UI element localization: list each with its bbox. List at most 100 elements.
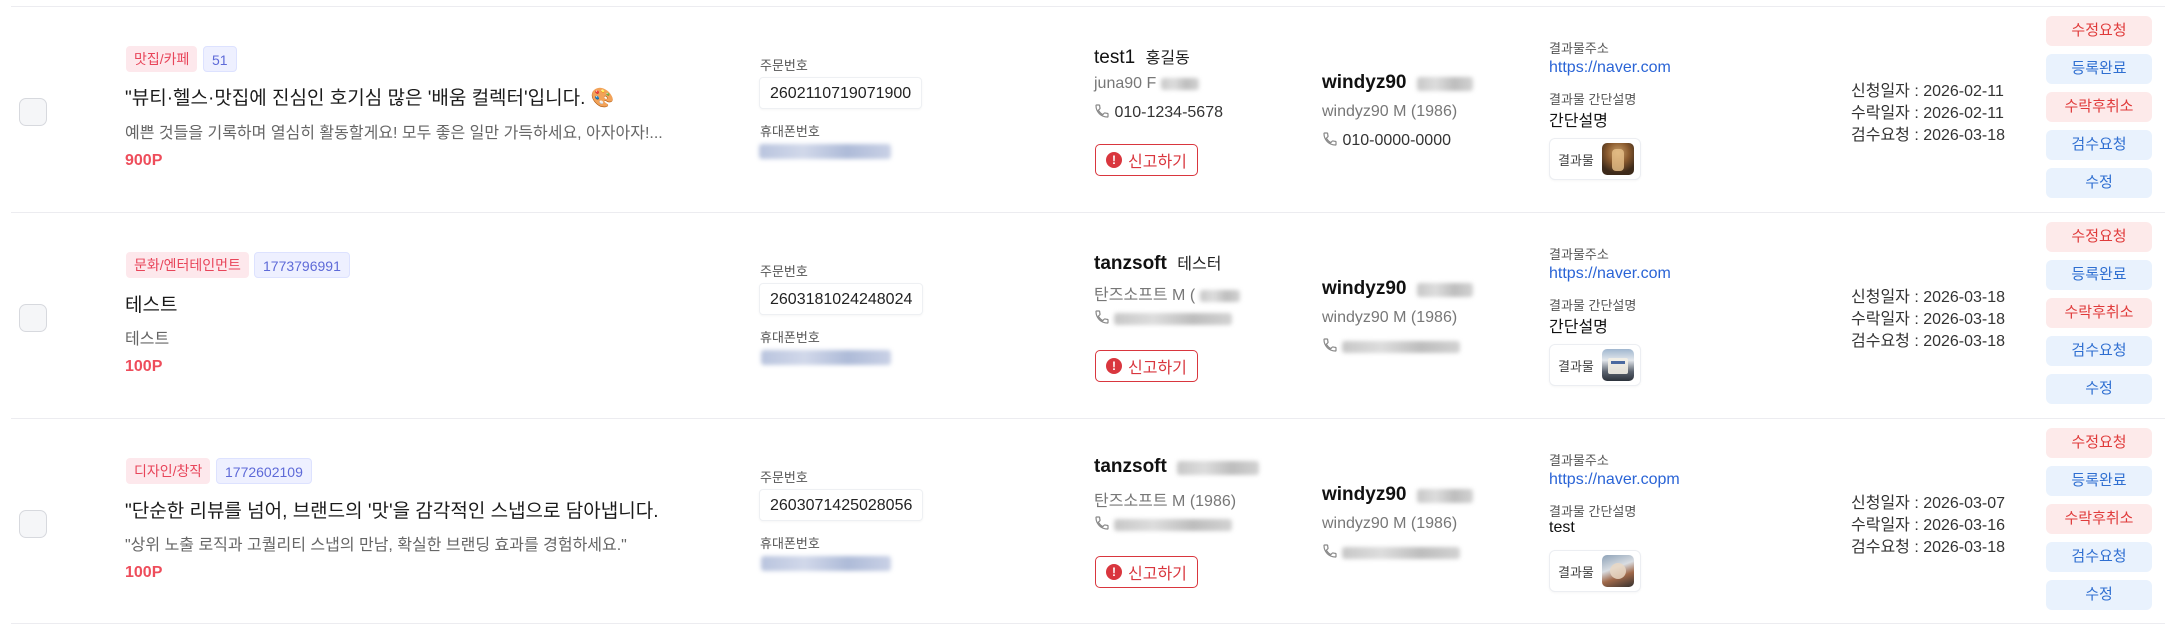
registration-complete-button[interactable]: 등록완료 [2046, 466, 2152, 496]
phone-number-redacted [761, 350, 891, 365]
requester-name[interactable]: tanzsoft 테스터 [1094, 250, 1221, 275]
redacted-text [1416, 76, 1473, 91]
post-id-badge: 1772602109 [216, 458, 312, 484]
requester-name[interactable]: test1 홍길동 [1094, 44, 1190, 69]
receiver-phone [1322, 337, 1461, 356]
result-url-label: 결과물주소 [1549, 41, 1609, 56]
requester-info: juna90 F [1094, 75, 1199, 93]
inspection-date: 검수요청 : 2026-03-18 [1851, 333, 2006, 350]
result-desc-label: 결과물 간단설명 [1549, 504, 1637, 519]
result-url-link[interactable]: https://naver.com [1549, 265, 1671, 283]
phone-number-redacted [759, 144, 891, 159]
result-url-label: 결과물주소 [1549, 247, 1609, 262]
result-label: 결과물 [1558, 358, 1594, 374]
receiver-phone [1322, 543, 1461, 562]
row-checkbox[interactable] [19, 510, 47, 538]
result-description: test [1549, 519, 1575, 536]
requester-info-text: juna90 F [1094, 75, 1157, 92]
category-tag: 문화/엔터테인먼트 [126, 252, 249, 278]
redacted-phone [1114, 312, 1233, 325]
inspection-date: 검수요청 : 2026-03-18 [1851, 127, 2006, 144]
inspection-date: 검수요청 : 2026-03-18 [1851, 539, 2006, 556]
result-url-link[interactable]: https://naver.com [1549, 59, 1671, 77]
row-checkbox[interactable] [19, 98, 47, 126]
receiver-info: windyz90 M (1986) [1322, 515, 1458, 532]
edit-request-button[interactable]: 수정요청 [2046, 222, 2152, 252]
result-url-label: 결과물주소 [1549, 453, 1609, 468]
report-button[interactable]: ! 신고하기 [1095, 350, 1198, 382]
category-tag: 디자인/창작 [126, 458, 211, 484]
reward-points: 100P [125, 564, 163, 581]
cancel-acceptance-button[interactable]: 수락후취소 [2046, 92, 2152, 122]
report-button[interactable]: ! 신고하기 [1095, 556, 1198, 588]
result-description: 간단설명 [1549, 319, 1608, 336]
receiver-id: windyz90 [1322, 484, 1407, 505]
edit-button[interactable]: 수정 [2046, 168, 2152, 198]
requester-phone [1094, 309, 1233, 328]
phone-icon [1095, 516, 1109, 530]
order-number: 2603181024248024 [759, 283, 924, 315]
receiver-name[interactable]: windyz90 [1322, 72, 1473, 94]
result-desc-label: 결과물 간단설명 [1549, 92, 1637, 107]
requester-phone-text: 010-1234-5678 [1114, 104, 1223, 121]
apply-date: 신청일자 : 2026-02-11 [1851, 83, 2004, 100]
order-number: 2603071425028056 [759, 489, 924, 521]
result-thumbnail-image[interactable] [1601, 349, 1634, 381]
category-tag: 맛집/카페 [126, 46, 198, 72]
result-thumbnail-image[interactable] [1601, 555, 1634, 587]
row-checkbox[interactable] [19, 304, 47, 332]
result-desc-label: 결과물 간단설명 [1549, 298, 1637, 313]
registration-complete-button[interactable]: 등록완료 [2046, 260, 2152, 290]
redacted-text [1416, 282, 1473, 297]
edit-button[interactable]: 수정 [2046, 374, 2152, 404]
inspection-request-button[interactable]: 검수요청 [2046, 130, 2152, 160]
redacted-text [1199, 289, 1240, 302]
cancel-acceptance-button[interactable]: 수락후취소 [2046, 504, 2152, 534]
requester-info-text: 탄즈소프트 M ( [1094, 287, 1196, 304]
result-thumbnail-box[interactable]: 결과물 [1549, 550, 1641, 592]
result-description: 간단설명 [1549, 113, 1608, 130]
requester-id: tanzsoft [1094, 253, 1167, 274]
cancel-acceptance-button[interactable]: 수락후취소 [2046, 298, 2152, 328]
result-thumbnail-box[interactable]: 결과물 [1549, 138, 1641, 180]
reward-points: 900P [125, 152, 163, 169]
edit-button[interactable]: 수정 [2046, 580, 2152, 610]
result-thumbnail-box[interactable]: 결과물 [1549, 344, 1641, 386]
receiver-name[interactable]: windyz90 [1322, 484, 1473, 506]
result-url-link[interactable]: https://naver.copm [1549, 471, 1680, 489]
order-number-label: 주문번호 [760, 470, 808, 485]
order-number-label: 주문번호 [760, 58, 808, 73]
phone-label: 휴대폰번호 [760, 124, 820, 139]
inspection-request-button[interactable]: 검수요청 [2046, 542, 2152, 572]
receiver-info: windyz90 M (1986) [1322, 103, 1458, 120]
report-button[interactable]: ! 신고하기 [1095, 144, 1198, 176]
receiver-phone: 010-0000-0000 [1322, 131, 1451, 150]
requester-realname: 홍길동 [1145, 50, 1190, 67]
post-description: "상위 노출 로직과 고퀄리티 스냅의 만남, 확실한 브랜딩 효과를 경험하세… [125, 537, 627, 554]
registration-complete-button[interactable]: 등록완료 [2046, 54, 2152, 84]
accept-date: 수락일자 : 2026-03-18 [1851, 311, 2006, 328]
apply-date: 신청일자 : 2026-03-18 [1851, 289, 2006, 306]
result-thumbnail-image[interactable] [1601, 143, 1634, 175]
receiver-name[interactable]: windyz90 [1322, 278, 1473, 300]
alert-circle-icon: ! [1106, 358, 1122, 374]
phone-icon [1323, 338, 1337, 352]
result-label: 결과물 [1558, 152, 1594, 168]
edit-request-button[interactable]: 수정요청 [2046, 16, 2152, 46]
accept-date: 수락일자 : 2026-02-11 [1851, 105, 2004, 122]
post-id-badge: 1773796991 [254, 252, 350, 278]
requester-name[interactable]: tanzsoft [1094, 456, 1260, 478]
edit-request-button[interactable]: 수정요청 [2046, 428, 2152, 458]
post-id-badge: 51 [203, 46, 237, 72]
redacted-phone [1342, 546, 1461, 559]
post-title[interactable]: 테스트 [125, 290, 177, 317]
phone-icon [1095, 104, 1109, 118]
post-description: 테스트 [125, 331, 170, 348]
post-title[interactable]: "뷰티·헬스·맛집에 진심인 호기심 많은 '배움 컬렉터'입니다. 🎨 [125, 83, 614, 110]
phone-number-redacted [761, 556, 891, 571]
inspection-request-button[interactable]: 검수요청 [2046, 336, 2152, 366]
post-description: 예쁜 것들을 기록하며 열심히 활동할게요! 모두 좋은 일만 가득하세요, 아… [125, 125, 663, 142]
post-title[interactable]: "단순한 리뷰를 넘어, 브랜드의 '맛'을 감각적인 스냅으로 담아냅니다. [125, 496, 658, 523]
phone-label: 휴대폰번호 [760, 330, 820, 345]
requester-id: test1 [1094, 47, 1136, 68]
